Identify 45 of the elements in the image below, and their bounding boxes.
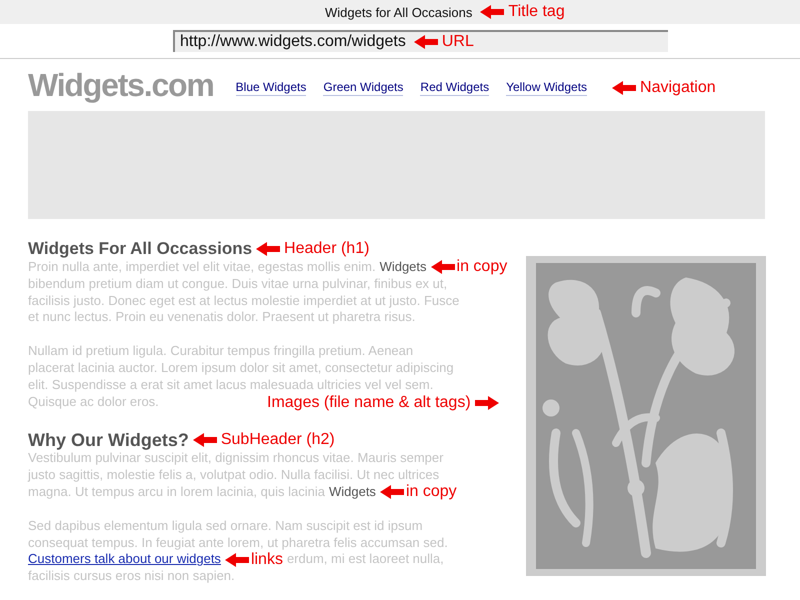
arrow-icon [612, 81, 636, 95]
arrow-icon [380, 485, 404, 500]
nav-link[interactable]: Blue Widgets [236, 80, 306, 96]
callout-label: links [250, 552, 283, 567]
arrow-icon [192, 433, 217, 448]
arrow-icon [480, 5, 504, 19]
paragraph-text: et nunc lectus. Proin eu venenatis dolor. Praesent ut pharetra risus. [28, 309, 416, 326]
callout-label: Header (h1) [284, 240, 370, 258]
keyword-text: Widgets [328, 484, 376, 501]
paragraph-text: Nullam id pretium ligula. Curabitur tempus fringilla pretium. Aenean [28, 343, 414, 360]
paragraph-text: justo sagittis, molestie felis a, volutpat odio. Nulla facilisi. Ut nec ultrices [28, 467, 440, 484]
callout-label: SubHeader (h2) [220, 431, 335, 450]
paragraph-text: magna. Ut tempus arcu in lorem lacinia, quis lacinia [28, 484, 325, 501]
paragraph-text: Quisque ac dolor eros. [28, 394, 159, 410]
arrow-icon [430, 260, 455, 274]
paragraph-text: elit. Suspendisse a erat sit amet lacus malesuada ultricies vel vel sem. [28, 376, 434, 394]
page-heading: Widgets For All Occassions Header (h1) [28, 239, 370, 259]
callout-label: URL [442, 33, 474, 51]
callout-label: Navigation [640, 79, 716, 97]
paragraph-text: bibendum pretium diam ut congue. Duis vitae urna pulvinar, finibus ex ut, [28, 276, 448, 293]
address-field[interactable]: http://www.widgets.com/widgets URL [173, 30, 668, 52]
callout-label: Title tag [508, 3, 565, 21]
nav-link[interactable]: Red Widgets [420, 80, 490, 96]
paragraph-text: Proin nulla ante, imperdiet vel elit vitae, egestas mollis enim. [28, 259, 376, 276]
callout-label: in copy [406, 485, 457, 500]
paragraph-text: Vestibulum pulvinar suscipit elit, dignissim rhoncus vitae. Mauris semper [28, 450, 444, 468]
nav-link[interactable]: Yellow Widgets [506, 80, 588, 96]
paragraph-text: placerat lacinia auctor. Lorem ipsum dolor sit amet, consectetur adipiscing [28, 360, 454, 377]
arrow-icon [414, 35, 438, 49]
site-logo: Widgets.com [28, 66, 214, 104]
paragraph-text: Sed dapibus elementum ligula sed ornare. Nam suscipit est id ipsum [28, 518, 423, 535]
window-title: Widgets for All Occasions [325, 4, 472, 20]
nav-link[interactable]: Green Widgets [323, 80, 404, 96]
arrow-icon [256, 242, 280, 256]
paragraph-text: consequat tempus. In feugiat ante lorem, ut pharetra felis accumsan sed. [28, 534, 448, 552]
callout-label: Images (file name & alt tags) [267, 394, 471, 412]
paragraph-text: facilisis justo. Donec eget est at lectus molestie imperdiet at ut justo. Fusce [28, 292, 460, 310]
arrow-icon [224, 552, 249, 567]
paragraph-text: erdum, mi est laoreet nulla, [286, 551, 444, 568]
paragraph-text: facilisis cursus eros nisi non sapien. [28, 568, 235, 585]
text-link[interactable]: Customers talk about our widgets [28, 551, 221, 568]
arrow-icon [474, 396, 499, 410]
keyword-text: Widgets [380, 259, 427, 276]
callout-label: in copy [456, 260, 508, 274]
subheading: Why Our Widgets? SubHeader (h2) [28, 430, 336, 450]
